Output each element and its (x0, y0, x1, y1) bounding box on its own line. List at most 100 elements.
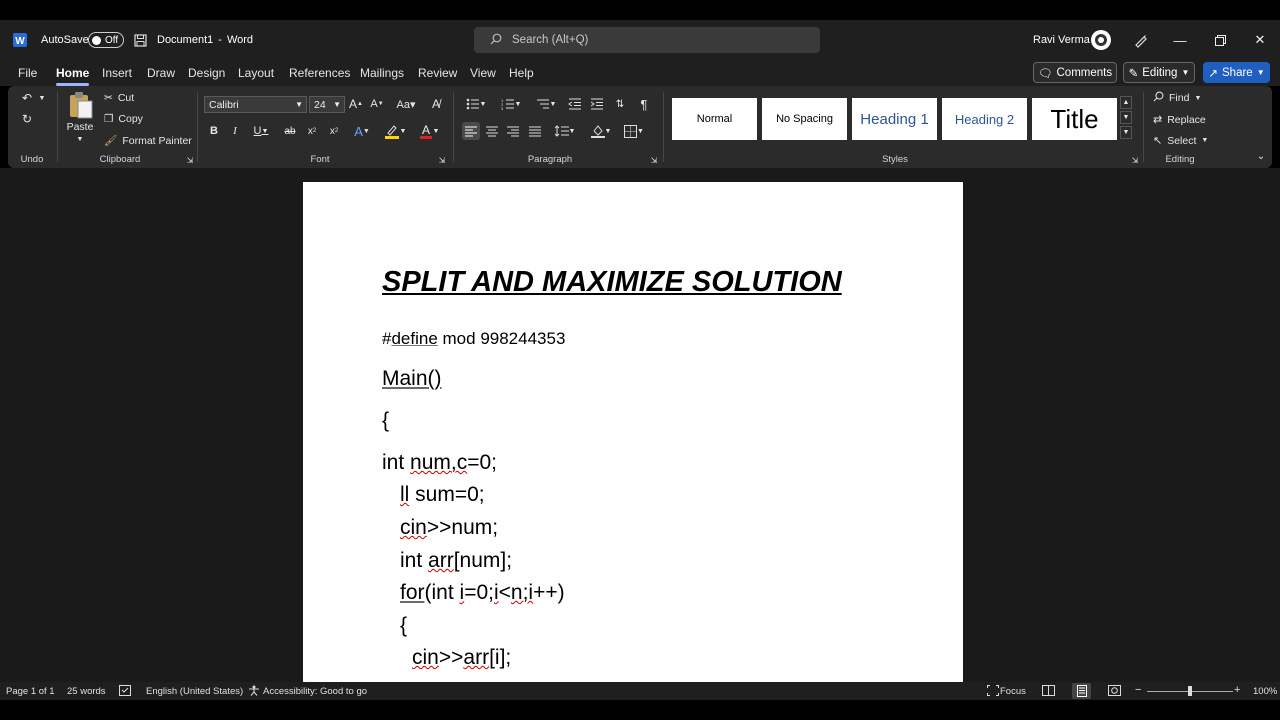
accessibility-icon[interactable] (248, 685, 260, 699)
increase-indent-icon[interactable] (589, 97, 605, 111)
show-formatting-icon[interactable]: ¶ (636, 97, 652, 112)
tab-layout[interactable]: Layout (238, 66, 274, 80)
autosave-toggle[interactable]: Off (88, 20, 124, 60)
dialog-launcher-icon[interactable]: ⇲ (185, 155, 195, 165)
select-button[interactable]: ↖ Select ▼ (1153, 134, 1208, 148)
chevron-down-icon: ▼ (1256, 68, 1265, 77)
web-layout-icon[interactable] (1108, 685, 1121, 699)
styles-expand-icon[interactable]: ▼ (1120, 126, 1132, 139)
dialog-launcher-icon[interactable]: ⇲ (437, 155, 447, 165)
redo-icon[interactable]: ↻ (18, 111, 36, 127)
undo-dropdown-icon[interactable]: ▼ (37, 92, 47, 104)
tab-file[interactable]: File (18, 66, 37, 80)
superscript-icon[interactable]: x2 (327, 124, 341, 138)
zoom-level[interactable]: 100% (1253, 686, 1277, 697)
subscript-icon[interactable]: x2 (305, 124, 319, 138)
collapse-ribbon-icon[interactable]: ⌄ (1254, 150, 1268, 162)
shading-icon[interactable]: ▼ (587, 123, 615, 139)
zoom-slider-thumb[interactable] (1188, 686, 1192, 696)
search-icon (1153, 91, 1164, 105)
document-page[interactable]: SPLIT AND MAXIMIZE SOLUTION #define mod … (303, 182, 963, 682)
style-no-spacing[interactable]: No Spacing (762, 98, 847, 140)
style-heading-2[interactable]: Heading 2 (942, 98, 1027, 140)
multilevel-list-icon[interactable]: ▼ (532, 97, 560, 111)
underline-icon[interactable]: U ▼ (249, 124, 273, 138)
save-icon[interactable] (134, 20, 147, 60)
styles-scroll-down-icon[interactable]: ▼ (1120, 111, 1132, 124)
dialog-launcher-icon[interactable]: ⇲ (649, 155, 659, 165)
share-button[interactable]: ↗ Share ▼ (1203, 62, 1270, 83)
format-painter-button[interactable]: 🖌 Format Painter (104, 134, 192, 148)
bullets-icon[interactable]: ▼ (462, 97, 490, 111)
code-text: int (382, 451, 411, 474)
avatar[interactable] (1091, 20, 1111, 60)
search-box[interactable]: Search (Alt+Q) (474, 27, 820, 53)
editing-mode-button[interactable]: ✎ Editing ▼ (1123, 62, 1195, 83)
select-label: Select (1167, 134, 1197, 147)
line-spacing-icon[interactable]: ▼ (551, 124, 579, 138)
paste-dropdown-icon[interactable]: ▼ (74, 134, 86, 144)
comments-button[interactable]: 🗨 Comments (1033, 62, 1117, 83)
tab-mailings[interactable]: Mailings (360, 66, 404, 80)
borders-icon[interactable]: ▼ (620, 123, 648, 139)
restore-icon[interactable] (1200, 20, 1240, 60)
tab-help[interactable]: Help (509, 66, 534, 80)
print-layout-icon[interactable] (1072, 683, 1091, 699)
dialog-launcher-icon[interactable]: ⇲ (1130, 155, 1140, 165)
styles-scroll-up-icon[interactable]: ▲ (1120, 96, 1132, 109)
zoom-out-icon[interactable]: − (1135, 684, 1141, 696)
sort-icon[interactable]: ⇅ (612, 97, 628, 111)
tab-view[interactable]: View (470, 66, 496, 80)
focus-icon[interactable] (987, 685, 999, 699)
italic-icon[interactable]: I (228, 124, 242, 138)
bold-icon[interactable]: B (207, 124, 221, 138)
justify-icon[interactable] (527, 124, 543, 138)
tab-review[interactable]: Review (418, 66, 457, 80)
word-logo-icon: W (13, 20, 27, 60)
page-count[interactable]: Page 1 of 1 (6, 686, 55, 697)
clear-formatting-icon[interactable]: A̸ (428, 97, 444, 111)
numbering-icon[interactable]: 1 2 3 ▼ (497, 97, 525, 111)
font-family-select[interactable]: Calibri ▼ (204, 96, 307, 113)
accessibility-status[interactable]: Accessibility: Good to go (263, 686, 367, 697)
find-button[interactable]: Find ▼ (1153, 91, 1201, 105)
style-title[interactable]: Title (1032, 98, 1117, 140)
tab-home[interactable]: Home (56, 66, 90, 86)
word-count[interactable]: 25 words (67, 686, 106, 697)
focus-label[interactable]: Focus (1000, 686, 1026, 697)
zoom-in-icon[interactable]: + (1234, 684, 1240, 696)
language-indicator[interactable]: English (United States) (146, 686, 243, 697)
highlight-color-icon[interactable]: ▼ (382, 123, 408, 139)
tab-insert[interactable]: Insert (102, 66, 132, 80)
paste-icon[interactable] (66, 90, 96, 120)
align-left-icon[interactable] (462, 122, 480, 140)
marked-text: define (391, 329, 438, 348)
font-size-select[interactable]: 24 ▼ (309, 96, 345, 113)
copy-button[interactable]: ❐ Copy (104, 113, 143, 125)
align-center-icon[interactable] (484, 124, 500, 138)
user-name[interactable]: Ravi Verma (1033, 20, 1090, 60)
text-effects-icon[interactable]: A ▼ (349, 123, 375, 139)
undo-icon[interactable]: ↶ (18, 90, 36, 106)
tab-design[interactable]: Design (188, 66, 225, 80)
shrink-font-icon[interactable]: A ▼ (370, 97, 384, 111)
align-right-icon[interactable] (505, 124, 521, 138)
style-normal[interactable]: Normal (672, 98, 757, 140)
pen-icon[interactable] (1133, 20, 1148, 60)
cut-button[interactable]: ✂ Cut (104, 92, 134, 104)
marked-text: cin (400, 516, 427, 539)
strikethrough-icon[interactable]: ab (283, 124, 297, 138)
proofing-icon[interactable] (119, 685, 131, 699)
replace-button[interactable]: ⇄ Replace (1153, 113, 1206, 127)
tab-references[interactable]: References (289, 66, 350, 80)
read-mode-icon[interactable] (1042, 685, 1055, 699)
style-heading-1[interactable]: Heading 1 (852, 98, 937, 140)
paste-label[interactable]: Paste (62, 121, 98, 133)
change-case-icon[interactable]: Aa▾ (394, 97, 418, 111)
close-icon[interactable]: ✕ (1240, 20, 1280, 60)
tab-draw[interactable]: Draw (147, 66, 175, 80)
font-color-icon[interactable]: A ▼ (416, 123, 442, 139)
grow-font-icon[interactable]: A ▲ (349, 97, 363, 111)
minimize-icon[interactable]: — (1160, 20, 1200, 60)
decrease-indent-icon[interactable] (567, 97, 583, 111)
